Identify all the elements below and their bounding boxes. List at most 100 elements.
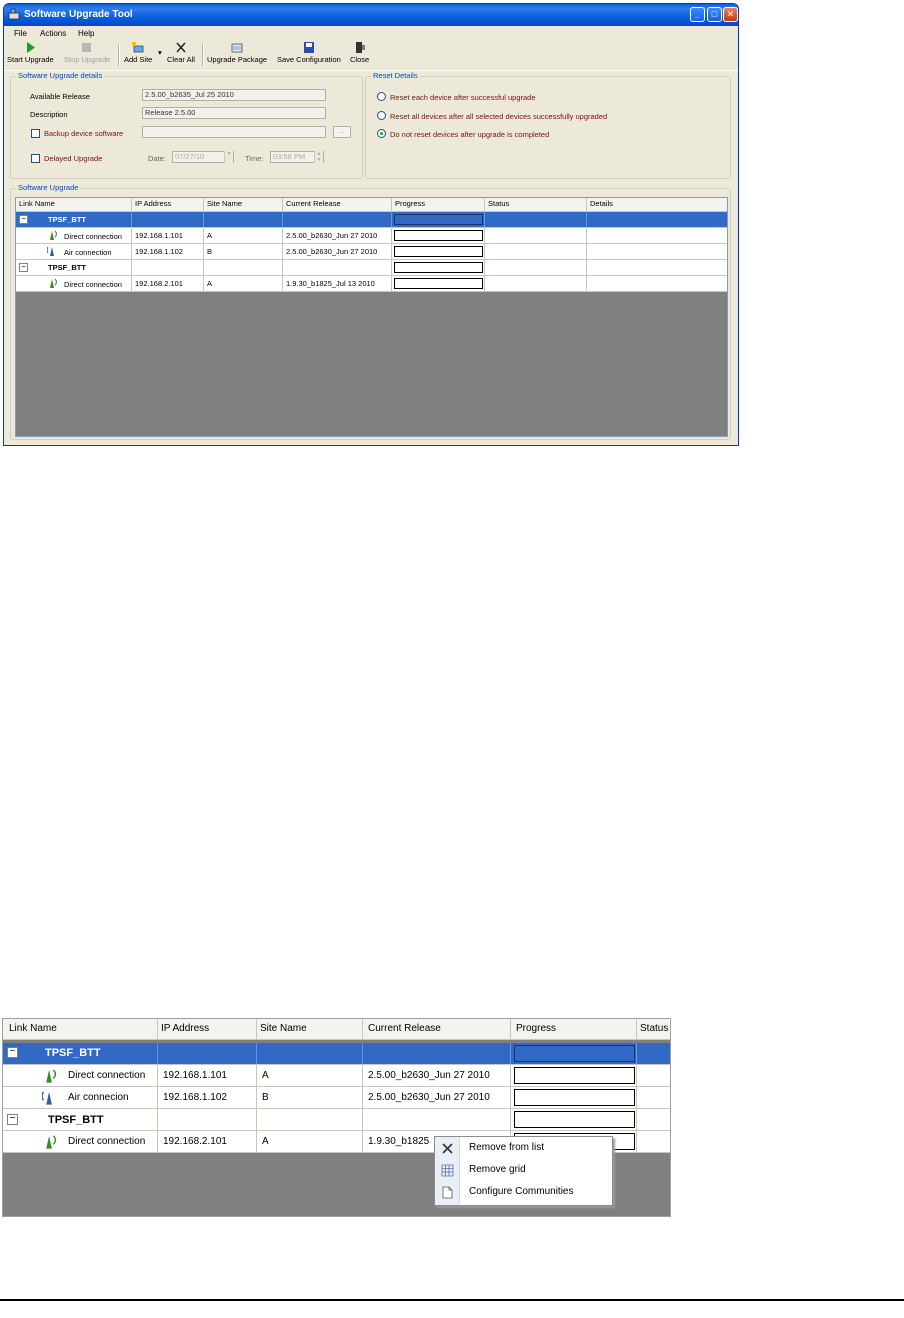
upgrade-package-button[interactable]: Upgrade Package <box>207 42 267 64</box>
time-spin-icon[interactable]: ▲ ▼ <box>314 151 323 163</box>
link-name-cell: Direct connection <box>16 228 132 243</box>
table-row[interactable]: − TPSF_BTT <box>3 1043 670 1065</box>
details-cell <box>587 276 727 291</box>
link-name: Air connecion <box>68 1092 129 1103</box>
reset-details-group: Reset Details <box>365 71 731 179</box>
ip-cell <box>158 1109 257 1130</box>
ip-cell <box>132 260 204 275</box>
toolbar-separator <box>118 44 120 66</box>
table-row[interactable]: − TPSF_BTT <box>16 212 727 228</box>
column-ip-address[interactable]: IP Address <box>132 198 204 211</box>
menu-actions[interactable]: Actions <box>40 29 66 38</box>
progress-cell <box>392 276 485 291</box>
release-cell: 2.5.00_b2630_Jun 27 2010 <box>363 1087 511 1108</box>
chevron-down-icon[interactable]: ▼ <box>224 151 233 163</box>
add-site-icon <box>132 42 144 53</box>
window-title: Software Upgrade Tool <box>24 9 133 20</box>
stop-upgrade-button[interactable]: Stop Upgrade <box>64 42 110 64</box>
group-label: Software Upgrade <box>16 183 81 192</box>
status-cell <box>637 1043 670 1064</box>
backup-device-software-checkbox[interactable] <box>31 129 40 138</box>
column-site-name[interactable]: Site Name <box>204 198 283 211</box>
app-icon <box>8 8 20 20</box>
browse-button[interactable]: ... <box>333 126 351 138</box>
save-configuration-button[interactable]: Save Configuration <box>277 42 341 64</box>
column-link-name[interactable]: Link Name <box>16 198 132 211</box>
title-bar[interactable]: Software Upgrade Tool _ □ ✕ <box>4 4 738 26</box>
progress-cell <box>392 212 485 227</box>
progress-cell <box>511 1043 637 1064</box>
column-status[interactable]: Status <box>485 198 587 211</box>
link-name-cell: − TPSF_BTT <box>3 1043 158 1064</box>
progress-cell <box>392 260 485 275</box>
site-cell <box>204 212 283 227</box>
reset-each-label: Reset each device after successful upgra… <box>390 93 536 102</box>
maximize-button[interactable]: □ <box>707 7 722 22</box>
add-site-dropdown-icon[interactable]: ▾ <box>158 48 162 57</box>
column-progress[interactable]: Progress <box>392 198 485 211</box>
column-details[interactable]: Details <box>587 198 727 211</box>
collapse-icon[interactable]: − <box>19 215 28 224</box>
minimize-button[interactable]: _ <box>690 7 705 22</box>
menu-help[interactable]: Help <box>78 29 94 38</box>
clear-all-button[interactable]: Clear All <box>167 42 195 64</box>
backup-path-field <box>142 126 326 138</box>
reset-all-radio[interactable] <box>377 111 386 120</box>
do-not-reset-label: Do not reset devices after upgrade is co… <box>390 130 550 139</box>
column-site-name[interactable]: Site Name <box>257 1019 363 1039</box>
add-site-button[interactable]: Add Site <box>124 42 152 64</box>
link-name: Direct connection <box>64 232 122 241</box>
ip-cell: 192.168.1.102 <box>158 1087 257 1108</box>
link-name-cell: Direct connection <box>3 1131 158 1152</box>
x-icon <box>442 1143 453 1154</box>
column-current-release[interactable]: Current Release <box>283 198 392 211</box>
table-row[interactable]: − TPSF_BTT <box>16 260 727 276</box>
configure-communities-item[interactable]: Configure Communities <box>435 1182 612 1204</box>
status-cell <box>485 260 587 275</box>
table-row[interactable]: − TPSF_BTT <box>3 1109 670 1131</box>
column-status[interactable]: Status <box>637 1019 670 1039</box>
link-name-cell: Air connection <box>16 244 132 259</box>
collapse-icon[interactable]: − <box>19 263 28 272</box>
column-ip-address[interactable]: IP Address <box>158 1019 257 1039</box>
remove-grid-item[interactable]: Remove grid <box>435 1160 612 1182</box>
table-row[interactable]: Direct connection 192.168.1.101 A 2.5.00… <box>3 1065 670 1087</box>
link-name-cell: Direct connection <box>16 276 132 291</box>
start-upgrade-button[interactable]: Start Upgrade <box>7 42 54 64</box>
document-icon <box>442 1186 453 1199</box>
link-name-cell: − TPSF_BTT <box>16 212 132 227</box>
status-cell <box>637 1109 670 1130</box>
page-footer-rule <box>0 1299 904 1301</box>
release-cell: 2.5.00_b2630_Jun 27 2010 <box>283 244 392 259</box>
table-row[interactable]: Direct connection 192.168.2.101 A 1.9.30… <box>16 276 727 292</box>
do-not-reset-radio[interactable] <box>377 129 386 138</box>
available-release-label: Available Release <box>30 92 90 101</box>
remove-from-list-item[interactable]: Remove from list <box>435 1138 612 1160</box>
table-row[interactable]: Air connecion 192.168.1.102 B 2.5.00_b26… <box>3 1087 670 1109</box>
progress-bar <box>514 1067 635 1084</box>
column-progress[interactable]: Progress <box>511 1019 637 1039</box>
reset-each-radio[interactable] <box>377 92 386 101</box>
ip-cell: 192.168.2.101 <box>132 276 204 291</box>
column-link-name[interactable]: Link Name <box>3 1019 158 1039</box>
collapse-icon[interactable]: − <box>7 1114 18 1125</box>
available-release-field: 2.5.00_b2635_Jul 25 2010 <box>142 89 326 101</box>
delayed-upgrade-checkbox[interactable] <box>31 154 40 163</box>
ip-cell <box>158 1043 257 1064</box>
upgrade-grid: Link Name IP Address Site Name Current R… <box>15 197 728 437</box>
progress-cell <box>511 1109 637 1130</box>
release-cell <box>283 212 392 227</box>
link-name-cell: Air connecion <box>3 1087 158 1108</box>
collapse-icon[interactable]: − <box>7 1047 18 1058</box>
close-button[interactable]: Close <box>350 42 369 64</box>
table-row[interactable]: Direct connection 192.168.1.101 A 2.5.00… <box>16 228 727 244</box>
column-current-release[interactable]: Current Release <box>363 1019 511 1039</box>
site-cell: A <box>204 276 283 291</box>
release-cell: 2.5.00_b2630_Jun 27 2010 <box>283 228 392 243</box>
group-name: TPSF_BTT <box>45 1047 101 1059</box>
close-window-button[interactable]: ✕ <box>723 7 738 22</box>
grid-header: Link Name IP Address Site Name Current R… <box>16 198 727 212</box>
details-cell <box>587 260 727 275</box>
menu-file[interactable]: File <box>14 29 27 38</box>
table-row[interactable]: Air connection 192.168.1.102 B 2.5.00_b2… <box>16 244 727 260</box>
